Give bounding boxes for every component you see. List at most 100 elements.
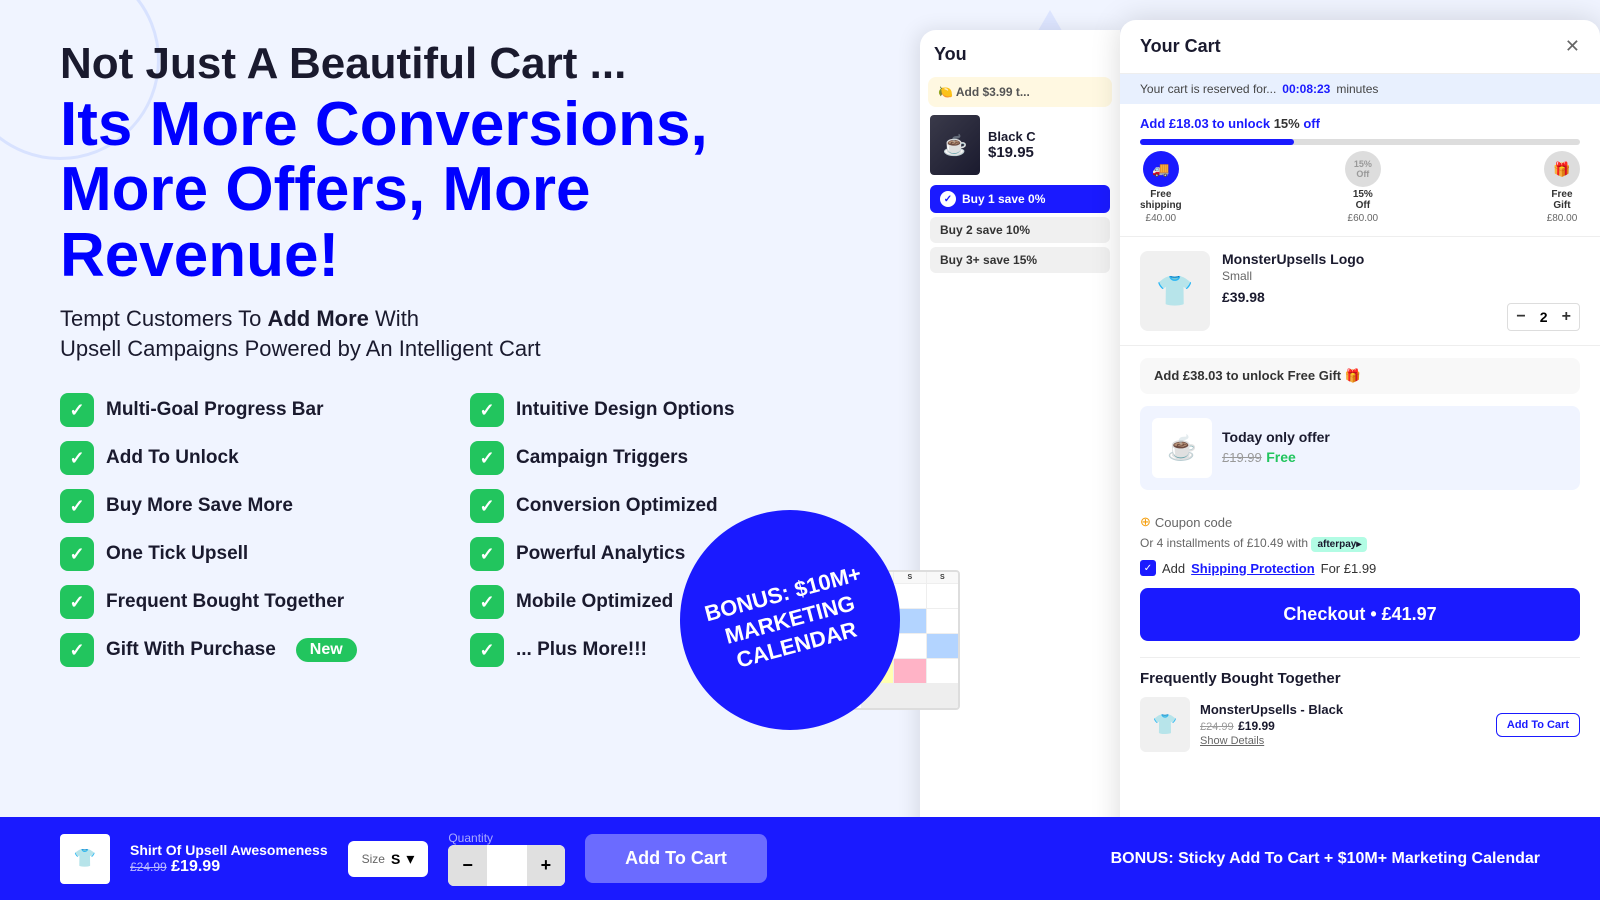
feature-label-gift: Gift With Purchase bbox=[106, 639, 276, 661]
check-icon bbox=[470, 441, 504, 475]
feature-item: Buy More Save More bbox=[60, 489, 430, 523]
offer-title: Today only offer bbox=[1222, 429, 1568, 445]
cart-item-details: MonsterUpsells Logo Small £39.98 bbox=[1222, 251, 1495, 331]
progress-section: Add £18.03 to unlock 15% off 🚚 Freeshipp… bbox=[1120, 104, 1600, 237]
cart-bottom: ⊕ Coupon code Or 4 installments of £10.4… bbox=[1120, 502, 1600, 764]
feature-label: Multi-Goal Progress Bar bbox=[106, 399, 324, 421]
feature-label: Buy More Save More bbox=[106, 495, 293, 517]
left-cart-panel: You 🍋 Add $3.99 t... ☕ Black C $19.95 ✓ … bbox=[920, 30, 1120, 850]
check-icon bbox=[470, 393, 504, 427]
feature-item: Campaign Triggers bbox=[470, 441, 840, 475]
cal-cell bbox=[927, 584, 958, 608]
sticky-qty-control[interactable]: − 1 + bbox=[448, 845, 565, 886]
product-image: ☕ bbox=[930, 115, 980, 175]
cart-item-image: 👕 bbox=[1140, 251, 1210, 331]
unlock-banner: Add £38.03 to unlock Free Gift 🎁 bbox=[1140, 358, 1580, 394]
feature-label: Powerful Analytics bbox=[516, 543, 685, 565]
fbt-name: MonsterUpsells - Black bbox=[1200, 702, 1486, 717]
milestone-shipping: 🚚 Freeshipping £40.00 bbox=[1140, 151, 1182, 224]
milestone-label: 15%Off bbox=[1353, 189, 1373, 211]
fbt-details: MonsterUpsells - Black £24.99 £19.99 Sho… bbox=[1200, 702, 1486, 747]
qty-value: 2 bbox=[1534, 309, 1554, 325]
offer-details: Today only offer £19.99 Free bbox=[1222, 429, 1568, 467]
milestone-price: £60.00 bbox=[1348, 213, 1379, 224]
sticky-qty-decrease[interactable]: − bbox=[448, 845, 487, 886]
feature-label: Mobile Optimized bbox=[516, 591, 673, 613]
sticky-qty-increase[interactable]: + bbox=[527, 845, 566, 886]
today-offer: ☕ Today only offer £19.99 Free bbox=[1140, 406, 1580, 490]
milestone-icon-discount: 15%Off bbox=[1345, 151, 1381, 187]
cal-cell bbox=[894, 634, 925, 658]
fbt-item: 👕 MonsterUpsells - Black £24.99 £19.99 S… bbox=[1140, 697, 1580, 752]
cal-cell bbox=[927, 609, 958, 633]
check-icon bbox=[60, 537, 94, 571]
shipping-protection-row[interactable]: ✓ Add Shipping Protection For £1.99 bbox=[1140, 560, 1580, 576]
qty-label-section: Quantity − 1 + bbox=[448, 831, 565, 886]
afterpay-badge: afterpay▸ bbox=[1311, 537, 1367, 552]
feature-label: One Tick Upsell bbox=[106, 543, 248, 565]
qty-increase[interactable]: + bbox=[1562, 308, 1571, 326]
checkout-button[interactable]: Checkout • £41.97 bbox=[1140, 588, 1580, 641]
coffee-product: ☕ Black C $19.95 bbox=[920, 115, 1120, 175]
subheadline: Tempt Customers To Add More With Upsell … bbox=[60, 304, 840, 366]
fbt-show-details[interactable]: Show Details bbox=[1200, 735, 1486, 747]
buy-option-3[interactable]: Buy 3+ save 15% bbox=[930, 247, 1110, 273]
size-value: S bbox=[391, 851, 400, 867]
product-info: Black C $19.95 bbox=[988, 129, 1036, 161]
sticky-bonus-text: BONUS: Sticky Add To Cart + $10M+ Market… bbox=[1111, 850, 1540, 868]
qty-label: Quantity bbox=[448, 831, 565, 845]
cal-cell bbox=[894, 659, 925, 683]
feature-item: Frequent Bought Together bbox=[60, 585, 430, 619]
buy-option-1[interactable]: ✓ Buy 1 save 0% bbox=[930, 185, 1110, 213]
coupon-icon: ⊕ bbox=[1140, 514, 1151, 530]
shipping-link[interactable]: Shipping Protection bbox=[1191, 561, 1315, 576]
check-icon bbox=[470, 537, 504, 571]
feature-label: Intuitive Design Options bbox=[516, 399, 735, 421]
progress-label: Add £18.03 to unlock 15% off bbox=[1140, 116, 1580, 131]
sticky-product-info: Shirt Of Upsell Awesomeness £24.99 £19.9… bbox=[130, 842, 328, 876]
check-icon bbox=[60, 633, 94, 667]
qty-decrease[interactable]: − bbox=[1516, 308, 1525, 326]
headline-line2: Its More Conversions, More Offers, More … bbox=[60, 92, 840, 287]
progress-milestones: 🚚 Freeshipping £40.00 15%Off 15%Off £60.… bbox=[1140, 151, 1580, 224]
coupon-row[interactable]: ⊕ Coupon code bbox=[1140, 514, 1580, 530]
check-icon bbox=[60, 489, 94, 523]
sticky-qty-value: 1 bbox=[487, 848, 527, 884]
check-icon bbox=[470, 585, 504, 619]
sticky-add-to-cart-button[interactable]: Add To Cart bbox=[585, 834, 767, 883]
product-price: $19.95 bbox=[988, 144, 1036, 161]
checkmark-circle: ✓ bbox=[940, 191, 956, 207]
fbt-section: Frequently Bought Together 👕 MonsterUpse… bbox=[1140, 657, 1580, 752]
check-icon bbox=[60, 441, 94, 475]
buy-options: ✓ Buy 1 save 0% Buy 2 save 10% Buy 3+ sa… bbox=[920, 185, 1120, 273]
shipping-checkbox[interactable]: ✓ bbox=[1140, 560, 1156, 576]
cal-cell bbox=[927, 634, 958, 658]
milestone-price: £40.00 bbox=[1146, 213, 1177, 224]
new-badge: New bbox=[296, 638, 357, 662]
check-icon bbox=[60, 585, 94, 619]
offer-old-price: £19.99 bbox=[1222, 450, 1262, 465]
sticky-product-image: 👕 bbox=[60, 834, 110, 884]
progress-track bbox=[1140, 139, 1580, 145]
size-selector[interactable]: Size S ▾ bbox=[348, 841, 429, 877]
progress-fill bbox=[1140, 139, 1294, 145]
progress-amount: £18.03 bbox=[1169, 116, 1209, 131]
milestone-icon-gift: 🎁 bbox=[1544, 151, 1580, 187]
check-icon bbox=[470, 633, 504, 667]
fbt-add-button[interactable]: Add To Cart bbox=[1496, 713, 1580, 737]
cart-panel: Your Cart ✕ Your cart is reserved for...… bbox=[1120, 20, 1600, 880]
milestone-gift: 🎁 FreeGift £80.00 bbox=[1544, 151, 1580, 224]
feature-label: Add To Unlock bbox=[106, 447, 239, 469]
cart-header: Your Cart ✕ bbox=[1120, 20, 1600, 74]
feature-item: Multi-Goal Progress Bar bbox=[60, 393, 430, 427]
quantity-control[interactable]: − 2 + bbox=[1507, 303, 1580, 331]
fbt-old-price: £24.99 bbox=[1200, 721, 1234, 733]
check-icon bbox=[60, 393, 94, 427]
sticky-old-price: £24.99 bbox=[130, 860, 167, 874]
check-icon bbox=[470, 489, 504, 523]
sticky-new-price: £19.99 bbox=[171, 858, 220, 875]
feature-item: Add To Unlock bbox=[60, 441, 430, 475]
timer-suffix: minutes bbox=[1336, 82, 1378, 96]
buy-option-2[interactable]: Buy 2 save 10% bbox=[930, 217, 1110, 243]
close-button[interactable]: ✕ bbox=[1565, 36, 1580, 57]
